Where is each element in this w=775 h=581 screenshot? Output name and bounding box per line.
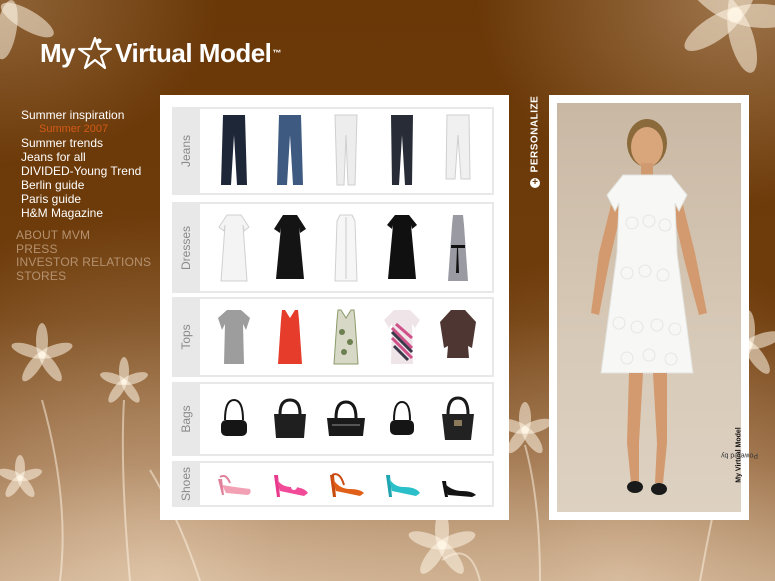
item-white-lace-dress[interactable] (212, 204, 256, 291)
item-orange-sling-heel[interactable] (324, 463, 368, 505)
logo-virtual-model: Virtual Model (115, 37, 272, 68)
nav-investor-relations[interactable]: INVESTOR RELATIONS (16, 255, 151, 270)
item-black-white-pump[interactable] (436, 463, 480, 505)
item-brown-blouse[interactable] (436, 299, 480, 375)
catalog-panel: Jeans Dresses Tops Bags Shoes (160, 95, 509, 520)
item-floral-tank[interactable] (324, 299, 368, 375)
nav-summer-inspiration[interactable]: Summer inspiration (21, 108, 161, 122)
item-large-black-bag[interactable] (268, 384, 312, 454)
item-small-black-bag[interactable] (212, 384, 256, 454)
item-pink-pump[interactable] (268, 463, 312, 505)
item-white-capri[interactable] (436, 109, 480, 193)
nav-summer-trends[interactable]: Summer trends (21, 136, 161, 150)
item-black-hobo-bag[interactable] (436, 384, 480, 454)
item-turquoise-pump[interactable] (380, 463, 424, 505)
nav-paris-guide[interactable]: Paris guide (21, 192, 161, 206)
personalize-label: PERSONALIZE (529, 95, 541, 173)
catalog-row-shoes: Shoes (172, 461, 494, 507)
star-figure-icon (78, 36, 113, 70)
row-label-bags: Bags (179, 405, 193, 433)
item-small-black-handbag[interactable] (380, 384, 424, 454)
item-grey-top[interactable] (212, 299, 256, 375)
item-dark-jeans[interactable] (212, 109, 256, 193)
nav-divided-young-trend[interactable]: DIVIDED-Young Trend (21, 164, 161, 178)
item-striped-tee[interactable] (380, 299, 424, 375)
primary-nav: Summer inspiration Summer 2007 Summer tr… (21, 108, 161, 220)
nav-berlin-guide[interactable]: Berlin guide (21, 178, 161, 192)
item-black-tunic-dress[interactable] (268, 204, 312, 291)
nav-press[interactable]: PRESS (16, 242, 151, 257)
item-red-tank[interactable] (268, 299, 312, 375)
nav-jeans-for-all[interactable]: Jeans for all (21, 150, 161, 164)
item-blue-jeans[interactable] (268, 109, 312, 193)
secondary-nav: ABOUT MVM PRESS INVESTOR RELATIONS STORE… (16, 228, 151, 284)
row-label-jeans: Jeans (179, 134, 193, 168)
logo-my: My (40, 37, 76, 68)
nav-summer-2007[interactable]: Summer 2007 (21, 122, 161, 136)
powered-by-label: Powered by My Virtual Model (721, 400, 758, 510)
personalize-tab[interactable]: PERSONALIZE + (526, 95, 544, 188)
logo[interactable]: My Virtual Model ™ (40, 36, 281, 70)
row-label-shoes: Shoes (179, 466, 193, 502)
item-pink-sling-heel[interactable] (212, 463, 256, 505)
model-stage[interactable] (557, 103, 741, 512)
model-figure (591, 119, 707, 495)
catalog-row-tops: Tops (172, 297, 494, 377)
virtual-model-panel: Powered by My Virtual Model (549, 95, 758, 520)
row-label-tops: Tops (179, 324, 193, 350)
catalog-row-jeans: Jeans (172, 107, 494, 195)
plus-icon: + (530, 178, 540, 188)
powered-by-text: Powered by (720, 451, 758, 459)
catalog-row-dresses: Dresses (172, 202, 494, 293)
item-white-jeans[interactable] (324, 109, 368, 193)
item-black-babydoll-dress[interactable] (380, 204, 424, 291)
item-black-jeans[interactable] (380, 109, 424, 193)
item-grey-belted-dress[interactable] (436, 204, 480, 291)
catalog-row-bags: Bags (172, 382, 494, 456)
nav-stores[interactable]: STORES (16, 269, 151, 284)
nav-about-mvm[interactable]: ABOUT MVM (16, 228, 151, 243)
logo-trademark: ™ (272, 48, 281, 58)
item-black-duffel-bag[interactable] (324, 384, 368, 454)
item-white-shirt-dress[interactable] (324, 204, 368, 291)
row-label-dresses: Dresses (179, 225, 193, 270)
nav-hm-magazine[interactable]: H&M Magazine (21, 206, 161, 220)
